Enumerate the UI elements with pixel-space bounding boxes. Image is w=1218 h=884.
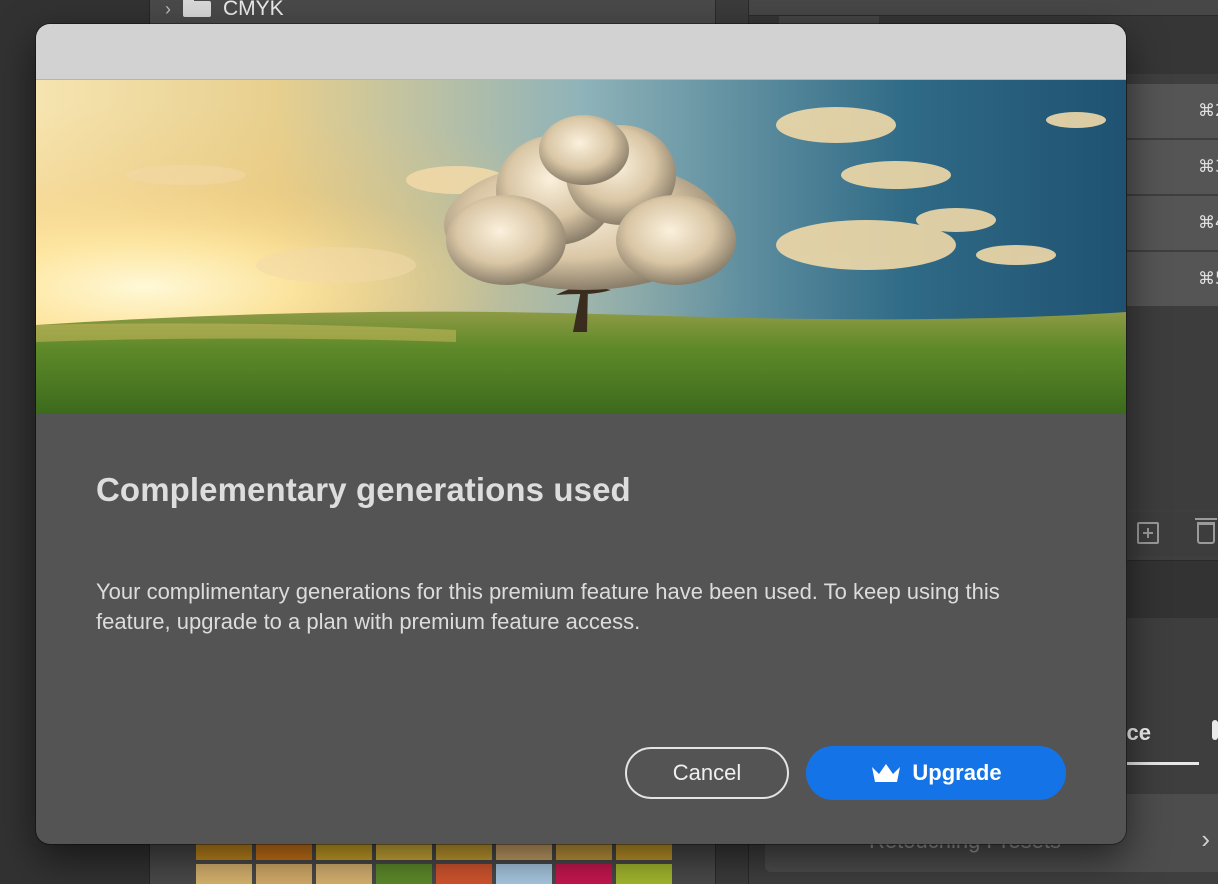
panel-separator [1127, 560, 1218, 618]
channel-row[interactable]: ⌘3 [1127, 140, 1218, 194]
channel-actions [1127, 512, 1218, 556]
channel-row[interactable]: ⌘2 [1127, 84, 1218, 138]
chevron-right-icon[interactable]: › [165, 0, 171, 20]
shortcut-label: ⌘3 [1198, 157, 1218, 177]
channel-list-empty-area [1127, 306, 1218, 510]
next-tab-icon[interactable] [1212, 720, 1218, 740]
folder-label: CMYK [223, 0, 284, 20]
hero-image [36, 80, 1126, 414]
folder-row-cmyk[interactable]: › CMYK [165, 0, 284, 22]
upgrade-dialog: Complementary generations used Your comp… [36, 24, 1126, 844]
dialog-titlebar [36, 24, 1126, 80]
color-swatch[interactable] [256, 864, 312, 884]
dialog-title: Complementary generations used [96, 471, 631, 508]
swatch-grid [196, 840, 674, 884]
chevron-right-icon: › [1201, 824, 1210, 854]
cancel-button-label: Cancel [672, 760, 742, 785]
trash-icon[interactable] [1195, 518, 1217, 544]
add-icon[interactable] [1137, 522, 1159, 544]
tab-device[interactable]: Device [1118, 716, 1200, 768]
color-swatch[interactable] [556, 864, 612, 884]
dialog-message: Your complimentary generations for this … [96, 579, 1000, 634]
color-swatch[interactable] [196, 864, 252, 884]
channel-row[interactable]: ⌘5 [1127, 252, 1218, 306]
channel-row[interactable]: ⌘4 [1127, 196, 1218, 250]
color-swatch[interactable] [436, 864, 492, 884]
color-swatch[interactable] [616, 864, 672, 884]
crown-icon [872, 764, 901, 782]
folder-icon [183, 0, 211, 17]
shortcut-label: ⌘4 [1198, 213, 1218, 233]
panel-top-strip [749, 0, 1218, 16]
shortcut-label: ⌘2 [1198, 101, 1218, 121]
upgrade-button[interactable]: Upgrade [806, 746, 1066, 800]
color-swatch[interactable] [496, 864, 552, 884]
color-swatch[interactable] [376, 864, 432, 884]
shortcut-label: ⌘5 [1198, 269, 1218, 289]
cancel-button[interactable]: Cancel [625, 747, 789, 799]
color-swatch[interactable] [316, 864, 372, 884]
tab-active-underline [1127, 762, 1199, 765]
channel-list: ⌘2 ⌘3 ⌘4 ⌘5 [1127, 84, 1218, 308]
upgrade-button-label: Upgrade [912, 760, 1002, 785]
